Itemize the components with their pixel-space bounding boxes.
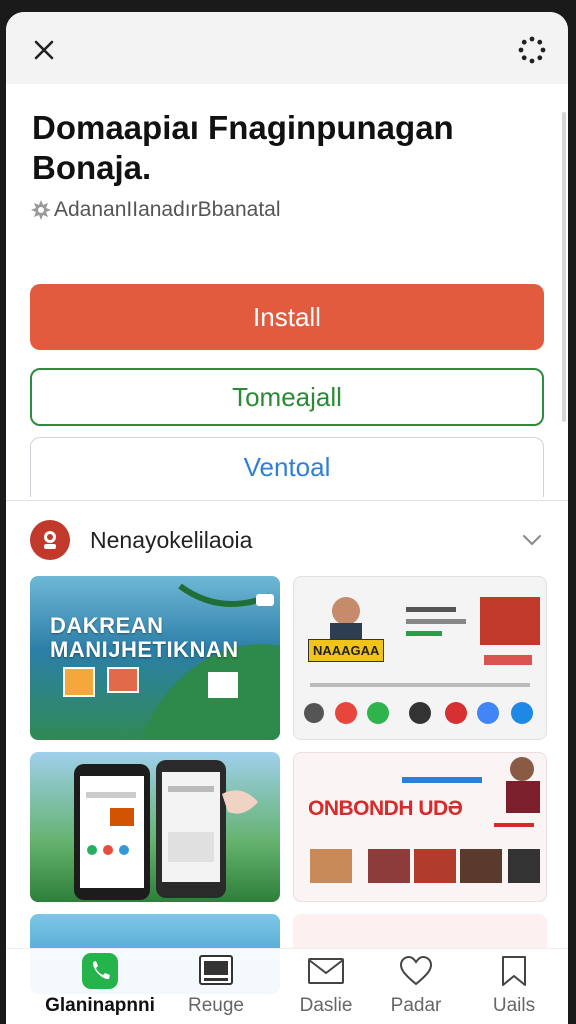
app-subtitle: AdananIIanadırBbanatal [30,198,281,222]
top-bar [6,12,568,84]
screenshot-text: DAKREAN MANIJHETIKNAN [50,613,239,662]
tab-item-2[interactable]: Reuge [174,949,258,1024]
app-title: Domaapiaı Fnaginpunagan Bonaja. [32,109,454,186]
tab-item-3[interactable]: Daslie [284,949,368,1024]
loading-dots-icon [518,36,546,64]
screenshot-art [310,757,540,883]
app-subtitle-text: AdananIIanadırBbanatal [54,198,281,221]
tab-item-4[interactable]: Padar [374,949,458,1024]
scrollbar[interactable] [562,112,566,422]
tab-item-1[interactable]: Glaninapnni [18,949,182,1024]
bottom-tab-bar: Glaninapnni Reuge Daslie Padar Uails [6,948,568,1024]
developer-avatar [30,520,70,560]
tertiary-action-button[interactable]: Ventoal [30,437,544,497]
close-button[interactable] [28,34,60,66]
screenshot-art [74,760,258,900]
screenshot-thumbnail[interactable]: ONBONDH UDƏ [293,752,547,902]
section-header[interactable]: Nenayokelilaoia [30,518,546,562]
tab-item-5[interactable]: Uails [472,949,556,1024]
developer-logo-icon [44,531,56,549]
heart-icon [399,953,433,989]
expand-toggle[interactable] [518,526,546,554]
screenshot-headline: ONBONDH UDƏ [308,797,463,820]
gear-badge-icon [31,200,51,220]
phone-icon [82,953,118,989]
tab-label: Glaninapnni [45,995,155,1016]
more-button[interactable] [516,34,548,66]
bookmark-icon [501,953,527,989]
secondary-action-button[interactable]: Tomeajall [30,368,544,426]
media-icon [199,953,233,989]
tab-label: Uails [492,995,536,1016]
section-title: Nenayokelilaoia [90,526,253,553]
screenshot-thumbnail[interactable] [30,752,280,902]
mail-icon [308,953,344,989]
install-button[interactable]: Install [30,284,544,350]
tab-label: Padar [390,995,442,1016]
close-icon [34,40,54,60]
tab-label: Reuge [188,995,244,1016]
screenshot-badge: NAAAGAA [308,639,385,662]
chevron-down-icon [523,535,541,546]
screenshot-thumbnail[interactable]: DAKREAN MANIJHETIKNAN [30,576,280,740]
tab-label: Daslie [299,995,353,1016]
divider [6,500,568,501]
app-details-sheet: Domaapiaı Fnaginpunagan Bonaja. AdananII… [6,12,568,1024]
screenshot-thumbnail[interactable]: NAAAGAA [293,576,547,740]
